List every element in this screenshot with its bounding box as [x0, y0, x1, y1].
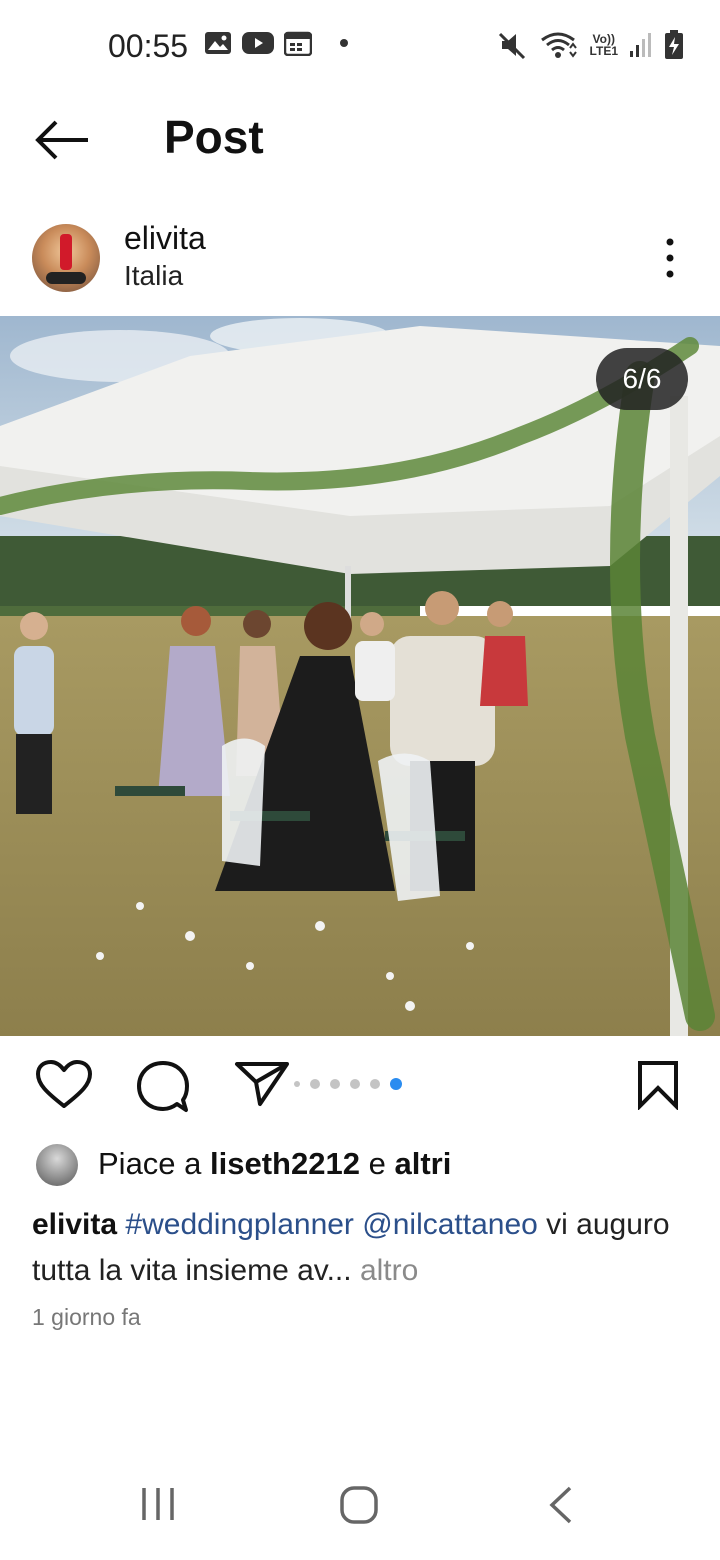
- avatar[interactable]: [32, 224, 100, 292]
- carousel-dot-active: [390, 1078, 402, 1090]
- like-heart-icon[interactable]: [36, 1060, 92, 1110]
- comment-bubble-icon[interactable]: [136, 1060, 190, 1114]
- caption-username[interactable]: elivita: [32, 1208, 117, 1241]
- post-caption: elivita #weddingplanner @nilcattaneo vi …: [32, 1202, 692, 1294]
- notification-dot-icon: [340, 39, 348, 47]
- post-actions: [0, 1056, 720, 1120]
- network-label: Vo)) LTE1: [590, 33, 618, 57]
- youtube-icon: [242, 32, 274, 54]
- carousel-dot: [310, 1079, 320, 1089]
- post-username[interactable]: elivita: [124, 220, 206, 257]
- battery-charging-icon: [665, 30, 683, 59]
- avatar-figure: [60, 234, 72, 270]
- back-arrow-icon[interactable]: [30, 116, 92, 164]
- likes-avatar: [36, 1144, 78, 1186]
- share-send-icon[interactable]: [234, 1060, 290, 1108]
- status-icons-right: Vo)) LTE1: [498, 30, 684, 60]
- more-options-icon[interactable]: [660, 236, 680, 280]
- mute-icon: [498, 32, 525, 60]
- home-icon[interactable]: [338, 1484, 380, 1526]
- caption-mention[interactable]: @nilcattaneo: [362, 1208, 538, 1241]
- avatar-base: [46, 272, 86, 284]
- likes-prefix: Piace a: [98, 1146, 202, 1181]
- likes-row[interactable]: Piace a liseth2212 e altri: [0, 1140, 720, 1190]
- caption-more-link[interactable]: altro: [360, 1254, 418, 1287]
- page-counter: 6/6: [596, 348, 688, 410]
- signal-icon: [630, 33, 651, 57]
- status-bar: 00:55 Vo)) LTE1: [0, 0, 720, 96]
- wifi-icon: [540, 32, 577, 58]
- carousel-dot: [370, 1079, 380, 1089]
- wedding-ceremony-image: [0, 316, 720, 1036]
- post-header: elivita Italia: [0, 216, 720, 312]
- post-photo[interactable]: [0, 316, 720, 1036]
- status-icons-left: [204, 30, 348, 56]
- likes-text: Piace a liseth2212 e altri: [98, 1146, 451, 1182]
- gallery-icon: [205, 32, 231, 54]
- lte-label: LTE1: [589, 44, 618, 58]
- app-bar: Post: [0, 96, 720, 186]
- post-location[interactable]: Italia: [124, 260, 183, 292]
- page-title: Post: [164, 111, 264, 163]
- recent-apps-icon[interactable]: [138, 1484, 178, 1524]
- caption-hashtag[interactable]: #weddingplanner: [125, 1208, 354, 1241]
- carousel-indicator: [294, 1078, 402, 1090]
- back-nav-icon[interactable]: [546, 1484, 576, 1526]
- likes-others[interactable]: altri: [394, 1146, 451, 1181]
- carousel-dot: [350, 1079, 360, 1089]
- system-nav-bar: [0, 1460, 720, 1560]
- carousel-dot: [294, 1081, 300, 1087]
- calendar-icon: [284, 31, 312, 56]
- likes-user[interactable]: liseth2212: [210, 1146, 360, 1181]
- status-time: 00:55: [108, 28, 189, 64]
- post-timestamp: 1 giorno fa: [32, 1304, 141, 1330]
- bookmark-icon[interactable]: [636, 1060, 680, 1110]
- likes-conjunction: e: [368, 1146, 386, 1181]
- carousel-dot: [330, 1079, 340, 1089]
